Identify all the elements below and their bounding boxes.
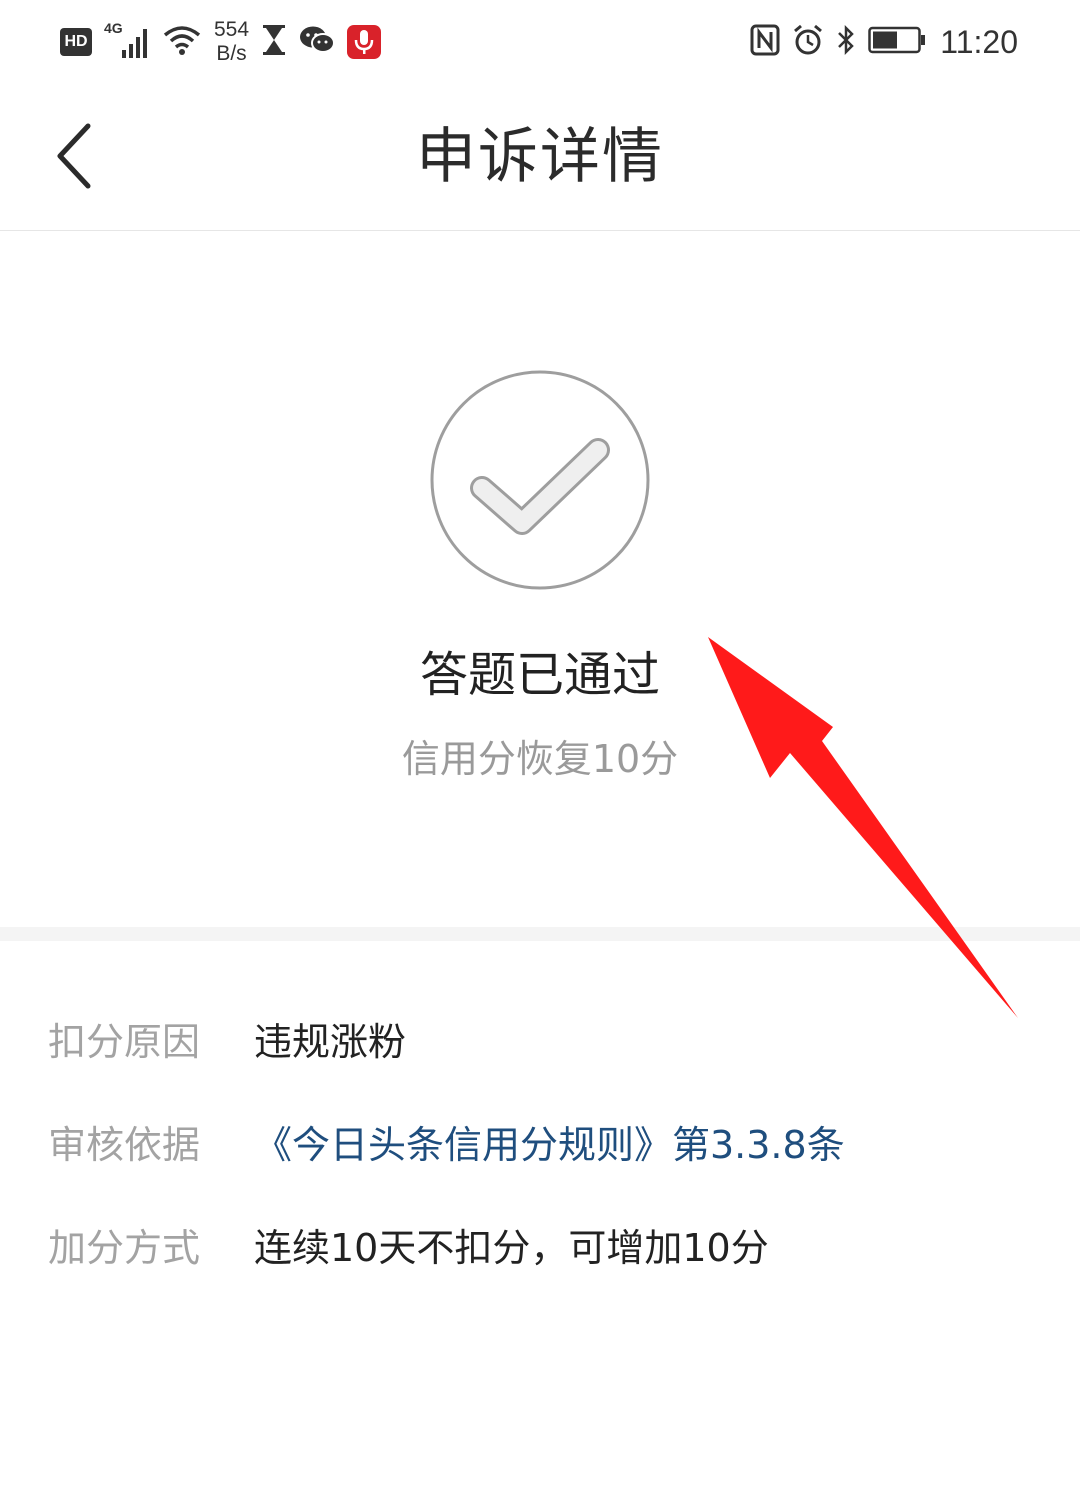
status-clock: 11:20 (940, 23, 1018, 60)
app-header: 申诉详情 (0, 84, 1080, 231)
battery-icon (868, 26, 926, 58)
result-section: 答题已通过 信用分恢复10分 (0, 231, 1080, 927)
detail-label: 审核依据 (48, 1122, 201, 1167)
mic-icon (347, 25, 382, 59)
detail-row-deduction-reason: 扣分原因 违规涨粉 (48, 1003, 1048, 1073)
bluetooth-icon (836, 24, 856, 60)
hourglass-icon (261, 24, 287, 60)
net-speed-value: 554 (214, 18, 250, 41)
nfc-icon (750, 24, 780, 60)
detail-label: 加分方式 (48, 1225, 201, 1270)
hd-badge: HD (60, 28, 92, 56)
section-divider (0, 927, 1080, 941)
signal-icon: 4G (104, 20, 150, 60)
detail-row-bonus-method: 加分方式 连续10天不扣分，可增加10分 (48, 1209, 1048, 1279)
chevron-left-icon (57, 123, 91, 189)
result-title: 答题已通过 (419, 647, 660, 703)
alarm-icon (792, 24, 824, 60)
result-subtitle: 信用分恢复10分 (401, 737, 679, 781)
page-title: 申诉详情 (416, 122, 664, 192)
rules-link[interactable]: 《今日头条信用分规则》第3.3.8条 (254, 1114, 845, 1169)
detail-label: 扣分原因 (48, 1019, 201, 1064)
detail-row-review-basis: 审核依据 《今日头条信用分规则》第3.3.8条 (48, 1106, 1048, 1176)
check-circle-icon (430, 370, 650, 590)
back-button[interactable] (44, 116, 104, 196)
wifi-icon (162, 24, 202, 60)
status-bar-left: HD 4G 554 B/s (60, 14, 393, 70)
detail-value: 连续10天不扣分，可增加10分 (254, 1225, 769, 1270)
status-bar: HD 4G 554 B/s 11:20 (0, 0, 1080, 84)
wechat-icon (299, 25, 336, 59)
detail-value: 违规涨粉 (254, 1019, 407, 1064)
status-bar-right: 11:20 (738, 14, 1018, 70)
net-speed-unit: B/s (216, 42, 247, 65)
net-speed: 554 B/s (214, 18, 249, 66)
